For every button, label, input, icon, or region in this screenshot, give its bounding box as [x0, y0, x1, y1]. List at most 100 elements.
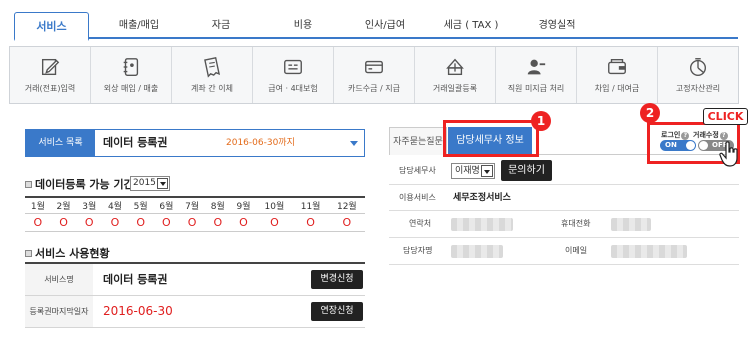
month-header: 5월	[127, 198, 154, 214]
help-icon[interactable]: ?	[681, 132, 690, 140]
toggle-knob	[686, 141, 695, 150]
help-icon[interactable]: ?	[719, 132, 728, 140]
tab-service[interactable]: 서비스	[14, 12, 89, 41]
contact-label: 연락처	[409, 219, 432, 228]
menu-card-collection[interactable]: 카드수금 / 지급	[334, 47, 415, 103]
month-header: 4월	[102, 198, 128, 214]
quick-menu-bar: 거래(전표)입력 외상 매입 / 매출 계좌 간 이체 급여 · 4대보험 카드…	[9, 46, 739, 104]
usage-row-expiry: 등록권마지막일자 2016-06-30 연장신청	[25, 296, 365, 328]
month-header: 10월	[256, 198, 293, 214]
bulk-upload-icon	[446, 58, 464, 76]
menu-fixed-assets[interactable]: 고정자산관리	[658, 47, 738, 103]
agent-select[interactable]: 이재명	[451, 163, 495, 179]
redacted-mobile	[611, 218, 651, 231]
usage-table: 서비스명 데이터 등록권 변경신청 등록권마지막일자 2016-06-30 연장…	[25, 262, 365, 328]
ledger-book-icon	[123, 58, 139, 76]
menu-transaction-entry[interactable]: 거래(전표)입력	[10, 47, 91, 103]
available-period-title: 데이터등록 가능 기간	[25, 176, 134, 192]
month-availability: O	[204, 213, 231, 232]
person-minus-icon	[527, 59, 546, 75]
selected-service-name: 데이터 등록권	[103, 136, 168, 149]
service-value: 세무조정서비스	[453, 193, 511, 203]
main-tab-bar: 서비스 매출/매입 자금 비용 인사/급여 세금 ( TAX ) 경영실적	[14, 12, 738, 41]
pencil-note-icon	[41, 58, 60, 76]
login-toggle[interactable]: ON	[660, 140, 696, 151]
redacted-contact	[451, 218, 513, 231]
month-availability: O	[50, 213, 77, 232]
tab-business-results[interactable]: 경영실적	[516, 12, 598, 39]
mobile-label: 휴대전화	[561, 219, 591, 228]
month-availability-table: 1월 2월 3월 4월 5월 6월 7월 8월 9월 10월 11월 12월 OOOOOOOOOOOO	[25, 196, 365, 232]
menu-label: 외상 매입 / 매출	[103, 84, 159, 93]
login-toggle-label: 로그인?	[661, 130, 690, 140]
menu-employee-unpaid[interactable]: 직원 미지급 처리	[496, 47, 577, 103]
asset-pie-icon	[689, 58, 707, 76]
tab-sales-purchase[interactable]: 매출/매입	[98, 12, 180, 39]
month-header: 6월	[153, 198, 180, 214]
row-value: 2016-06-30	[103, 304, 173, 318]
month-availability: O	[153, 213, 180, 232]
menu-label: 직원 미지급 처리	[507, 84, 565, 93]
extension-request-button[interactable]: 연장신청	[311, 302, 363, 321]
tab-funds[interactable]: 자금	[180, 12, 262, 39]
email-label: 이메일	[565, 246, 588, 255]
section-heading: 서비스 사용현황	[35, 247, 110, 260]
row-key: 서비스명	[25, 264, 93, 295]
service-list-select[interactable]: 서비스 목록 데이터 등록권 2016-06-30까지	[25, 129, 365, 157]
year-select[interactable]: 2015	[130, 176, 170, 191]
agent-value: 이재명	[455, 166, 480, 176]
service-label: 이용서비스	[399, 193, 436, 202]
month-availability: O	[76, 213, 103, 232]
menu-label: 거래(전표)입력	[24, 84, 76, 93]
change-request-button[interactable]: 변경신청	[311, 270, 363, 289]
menu-label: 카드수금 / 지급	[348, 84, 400, 93]
toggle-state: ON	[665, 141, 677, 149]
tab-expenses[interactable]: 비용	[262, 12, 344, 39]
menu-account-transfer[interactable]: 계좌 간 이체	[172, 47, 253, 103]
month-header: 12월	[328, 198, 365, 214]
usage-row-service: 서비스명 데이터 등록권 변경신청	[25, 264, 365, 296]
usage-title: 서비스 사용현황	[25, 245, 110, 261]
service-list-label: 서비스 목록	[26, 130, 95, 156]
month-availability: O	[230, 213, 257, 232]
inquiry-button[interactable]: 문의하기	[501, 160, 552, 181]
click-callout: CLICK	[703, 108, 748, 125]
month-header: 11월	[292, 198, 329, 214]
chevron-down-icon	[157, 178, 168, 189]
tab-hr-payroll[interactable]: 인사/급여	[344, 12, 426, 39]
redacted-staff	[451, 245, 503, 258]
tab-tax[interactable]: 세금 ( TAX )	[426, 12, 516, 39]
row-key: 등록권마지막일자	[25, 296, 93, 327]
row-value: 데이터 등록권	[103, 273, 168, 286]
month-header: 3월	[76, 198, 103, 214]
agent-label: 담당세무사	[399, 166, 436, 175]
month-availability: O	[25, 213, 51, 232]
chevron-down-icon	[350, 141, 358, 146]
menu-label: 거래일괄등록	[432, 84, 478, 93]
label-text: 거래수정	[693, 131, 719, 139]
bullet-square-icon	[25, 180, 32, 188]
id-card-icon	[284, 59, 302, 75]
menu-credit-purchase-sales[interactable]: 외상 매입 / 매출	[91, 47, 172, 103]
section-heading: 데이터등록 가능 기간	[35, 178, 134, 191]
menu-bulk-registration[interactable]: 거래일괄등록	[415, 47, 496, 103]
month-availability: O	[127, 213, 154, 232]
menu-label: 계좌 간 이체	[191, 84, 233, 93]
menu-borrowing-lending[interactable]: 차입 / 대여금	[577, 47, 658, 103]
month-availability: O	[256, 213, 293, 232]
year-value: 2015	[133, 178, 156, 188]
contact-row: 연락처 휴대전화	[389, 211, 739, 238]
menu-label: 차입 / 대여금	[594, 84, 640, 93]
step-badge-2: 2	[640, 103, 660, 123]
trade-edit-toggle-label: 거래수정?	[693, 130, 728, 140]
toggle-knob	[699, 141, 708, 150]
month-header: 2월	[50, 198, 77, 214]
month-availability: O	[102, 213, 128, 232]
menu-label: 급여 · 4대보험	[268, 84, 318, 93]
label-text: 로그인	[661, 131, 681, 139]
menu-payroll-insurance[interactable]: 급여 · 4대보험	[253, 47, 334, 103]
tab-faq[interactable]: 자주묻는질문	[389, 127, 447, 155]
month-header: 9월	[230, 198, 257, 214]
step-badge-1: 1	[531, 111, 551, 131]
chevron-down-icon	[481, 165, 493, 177]
